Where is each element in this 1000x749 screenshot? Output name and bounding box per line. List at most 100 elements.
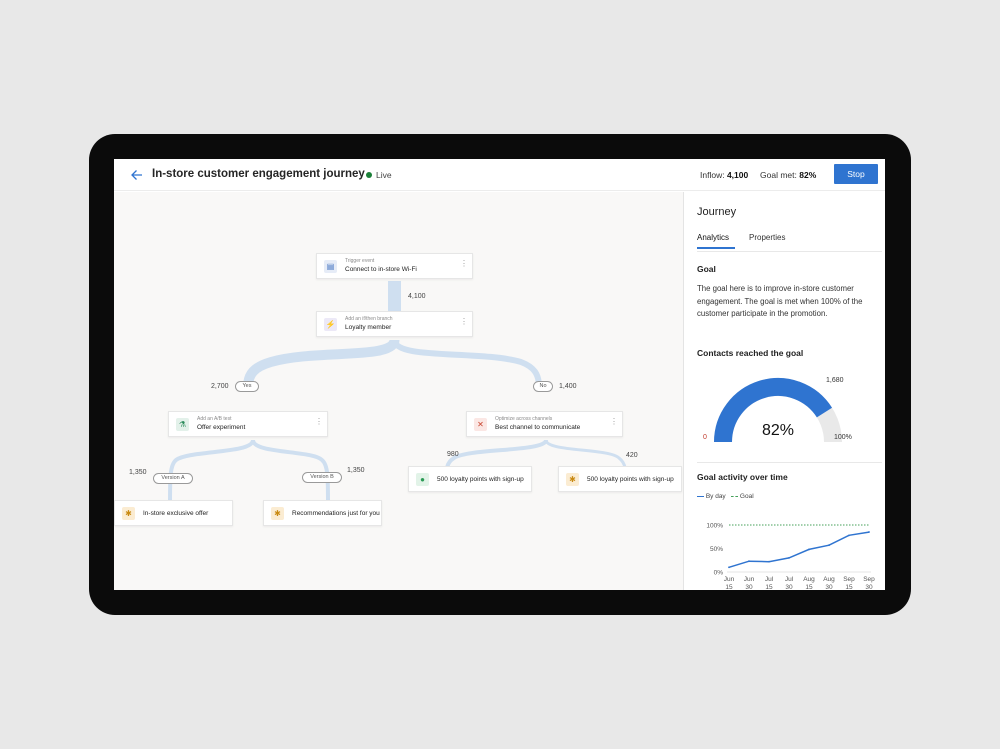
branch-yes-pill[interactable]: Yes [235, 381, 259, 392]
node-subtitle: Add an if/then branch [345, 316, 393, 322]
node-label: In-store exclusive offer [143, 510, 209, 517]
back-arrow-icon[interactable] [129, 167, 145, 183]
goal-met-stat: Goal met: 82% [760, 170, 816, 180]
channels-icon: ✕ [474, 418, 487, 431]
x-tick-label: Jul [785, 576, 794, 583]
node-label: Connect to in-store Wi-Fi [345, 266, 417, 273]
version-b-pill[interactable]: Version B [302, 472, 342, 483]
journey-flow-lines [168, 281, 628, 505]
node-subtitle: Trigger event [345, 258, 375, 264]
x-tick-label: 15 [765, 584, 773, 590]
legend-by-day-label: By day [705, 493, 726, 500]
more-options-icon[interactable]: ⋮ [610, 418, 618, 426]
header-bar: In-store customer engagement journey Liv… [114, 159, 885, 191]
gauge-min-label: 0 [703, 434, 707, 441]
node-instore-offer[interactable]: ✱ In-store exclusive offer [114, 500, 233, 526]
node-loyalty-points-2[interactable]: ✱ 500 loyalty points with sign-up [558, 466, 682, 492]
goal-met-label: Goal met: [760, 170, 797, 180]
count-no: 1,400 [559, 383, 577, 390]
x-tick-label: 15 [845, 584, 853, 590]
version-a-pill[interactable]: Version A [153, 473, 193, 484]
by-day-data-point [808, 548, 810, 551]
x-tick-label: Aug [803, 576, 815, 583]
x-tick-label: 30 [785, 584, 793, 590]
more-options-icon[interactable]: ⋮ [460, 318, 468, 326]
by-day-data-point [868, 531, 870, 533]
count-channel-2: 420 [626, 452, 638, 459]
y-tick-label: 0% [714, 570, 724, 577]
x-tick-label: Jul [765, 576, 774, 583]
section-divider [697, 462, 882, 463]
x-tick-label: 30 [865, 584, 873, 590]
branch-no-pill[interactable]: No [533, 381, 553, 392]
node-optimize-channels[interactable]: ✕ Optimize across channels Best channel … [466, 411, 623, 437]
app-window: In-store customer engagement journey Liv… [114, 159, 885, 590]
inflow-value: 4,100 [726, 170, 749, 180]
goal-heading: Goal [697, 264, 716, 274]
flow-version-a [168, 439, 255, 505]
count-channel-1: 980 [447, 451, 459, 458]
by-day-series-line [728, 531, 870, 569]
goal-activity-chart: 100%50%0%Jun15Jun30Jul15Jul30Aug15Aug30S… [706, 523, 875, 591]
count-version-a: 1,350 [129, 469, 147, 476]
tab-properties[interactable]: Properties [749, 233, 785, 242]
flow-branch-no [391, 339, 542, 388]
node-recommendations[interactable]: ✱ Recommendations just for you [263, 500, 382, 526]
x-tick-label: Aug [823, 576, 835, 583]
branch-icon: ⚡ [324, 318, 337, 331]
count-trigger-out: 4,100 [408, 293, 426, 300]
node-trigger-event[interactable]: ▤ Trigger event Connect to in-store Wi-F… [316, 253, 473, 279]
node-ab-test[interactable]: ⚗ Add an A/B test Offer experiment ⋮ [168, 411, 328, 437]
by-day-data-point [828, 544, 830, 547]
gift-icon: ✱ [271, 507, 284, 520]
stop-button[interactable]: Stop [834, 164, 878, 184]
node-label: Best channel to communicate [495, 424, 581, 431]
x-tick-label: Sep [843, 576, 855, 583]
live-status-dot [366, 172, 372, 178]
goal-description: The goal here is to improve in-store cus… [697, 284, 863, 318]
y-tick-label: 50% [710, 546, 723, 553]
x-tick-label: Jun [744, 576, 755, 583]
x-tick-label: 30 [745, 584, 753, 590]
wifi-event-icon: ▤ [324, 260, 337, 273]
status-label: Live [376, 170, 392, 180]
more-options-icon[interactable]: ⋮ [460, 260, 468, 268]
goal-gauge: 0 100% 1,680 82% [703, 377, 852, 443]
gauge-top-label: 1,680 [826, 377, 844, 384]
node-subtitle: Add an A/B test [197, 416, 232, 422]
activity-heading: Goal activity over time [697, 472, 788, 482]
chat-icon: ● [416, 473, 429, 486]
count-yes: 2,700 [211, 383, 229, 390]
x-tick-label: 30 [825, 584, 833, 590]
count-version-b: 1,350 [347, 467, 365, 474]
node-label: 500 loyalty points with sign-up [437, 476, 524, 483]
x-tick-label: Jun [724, 576, 735, 583]
y-tick-label: 100% [706, 523, 723, 530]
by-day-data-point [768, 560, 770, 563]
by-day-data-point [788, 557, 790, 559]
by-day-data-point [748, 560, 750, 563]
x-tick-label: 15 [725, 584, 733, 590]
node-loyalty-branch[interactable]: ⚡ Add an if/then branch Loyalty member ⋮ [316, 311, 473, 337]
node-label: Recommendations just for you [292, 510, 380, 517]
node-label: 500 loyalty points with sign-up [587, 476, 674, 483]
page-title: In-store customer engagement journey [152, 168, 365, 180]
x-tick-label: 15 [805, 584, 813, 590]
journey-canvas[interactable]: ▤ Trigger event Connect to in-store Wi-F… [114, 192, 683, 590]
gauge-value-label: 82% [762, 422, 794, 439]
legend-goal-label: Goal [739, 493, 754, 500]
more-options-icon[interactable]: ⋮ [315, 418, 323, 426]
gift-icon: ✱ [122, 507, 135, 520]
node-loyalty-points-1[interactable]: ● 500 loyalty points with sign-up [408, 466, 532, 492]
contacts-heading: Contacts reached the goal [697, 348, 804, 358]
inflow-stat: Inflow: 4,100 [700, 170, 748, 180]
legend-by-day-swatch [697, 495, 704, 498]
flow-trigger-to-branch [388, 281, 401, 311]
panel-title: Journey [697, 206, 737, 218]
chart-legend: By day Goal [697, 493, 754, 500]
node-subtitle: Optimize across channels [495, 416, 553, 422]
gauge-max-label: 100% [834, 434, 852, 441]
tab-analytics[interactable]: Analytics [697, 233, 729, 242]
node-label: Offer experiment [197, 424, 246, 431]
journey-side-panel: Journey Analytics Properties Goal The go… [683, 192, 885, 590]
